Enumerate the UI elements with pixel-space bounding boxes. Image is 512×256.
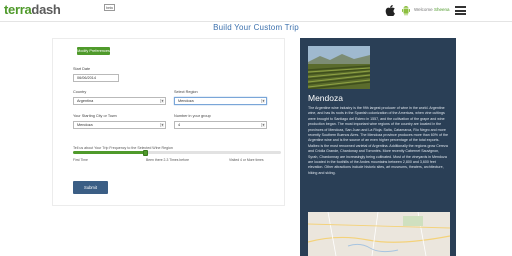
logo-terra-text: terra — [4, 2, 32, 17]
group-size-label: Number in your group — [174, 114, 211, 118]
chevron-down-icon: ▼ — [261, 99, 265, 103]
region-description: The Argentine wine industry is the fifth… — [308, 106, 448, 175]
welcome-prefix: Welcome — [414, 7, 433, 12]
country-value: Argentina — [77, 99, 94, 103]
welcome-message: Welcome Sheena — [414, 7, 449, 12]
starting-city-select[interactable]: Mendoza ▼ — [73, 121, 166, 129]
beta-badge: beta — [104, 4, 115, 11]
chevron-down-icon: ▼ — [261, 123, 265, 127]
terradash-logo[interactable]: terradash beta — [4, 2, 115, 17]
android-icon[interactable] — [401, 5, 411, 16]
welcome-username[interactable]: Sheena — [434, 7, 450, 12]
slider-tick-4-plus-times: Visited 4 or More times — [229, 158, 264, 162]
starting-city-value: Mendoza — [77, 123, 93, 127]
trip-form-panel: Modify Preferences Start Date 06/06/2014… — [52, 38, 285, 206]
frequency-slider[interactable] — [73, 149, 281, 156]
hamburger-menu-icon[interactable] — [455, 6, 466, 15]
slider-handle[interactable] — [143, 149, 149, 156]
chevron-down-icon: ▼ — [160, 123, 164, 127]
logo-dash-text: dash — [31, 2, 61, 17]
chevron-down-icon: ▼ — [160, 99, 164, 103]
region-info-panel: Mendoza The Argentine wine industry is t… — [300, 38, 456, 256]
start-date-label: Start Date — [73, 67, 91, 71]
starting-city-label: Your Starting City or Town — [73, 114, 117, 118]
apple-icon[interactable] — [385, 5, 395, 16]
start-date-value: 06/06/2014 — [77, 76, 97, 80]
page-title: Build Your Custom Trip — [213, 23, 299, 32]
slider-fill — [73, 151, 146, 154]
slider-tick-2-3-times: Been there 2-3 Times before — [146, 158, 189, 162]
region-label: Select Region — [174, 90, 198, 94]
top-header: terradash beta Welcome Sheena — [0, 0, 512, 22]
group-size-select[interactable]: 4 ▼ — [174, 121, 267, 129]
modify-preferences-button[interactable]: Modify Preferences — [77, 47, 110, 55]
country-select[interactable]: Argentina ▼ — [73, 97, 166, 105]
start-date-field[interactable]: 06/06/2014 — [73, 74, 119, 82]
country-label: Country — [73, 90, 87, 94]
region-title: Mendoza — [308, 93, 343, 103]
slider-tick-first-time: First Time — [73, 158, 88, 162]
frequency-slider-label: Tell us about Your Trip Frequency to the… — [73, 146, 173, 150]
group-size-value: 4 — [178, 123, 181, 127]
region-value: Mendoza — [178, 99, 194, 103]
submit-button[interactable]: Submit — [73, 181, 108, 194]
region-map[interactable] — [308, 212, 450, 256]
region-select[interactable]: Mendoza ▼ — [174, 97, 267, 105]
vineyard-photo — [308, 46, 370, 89]
